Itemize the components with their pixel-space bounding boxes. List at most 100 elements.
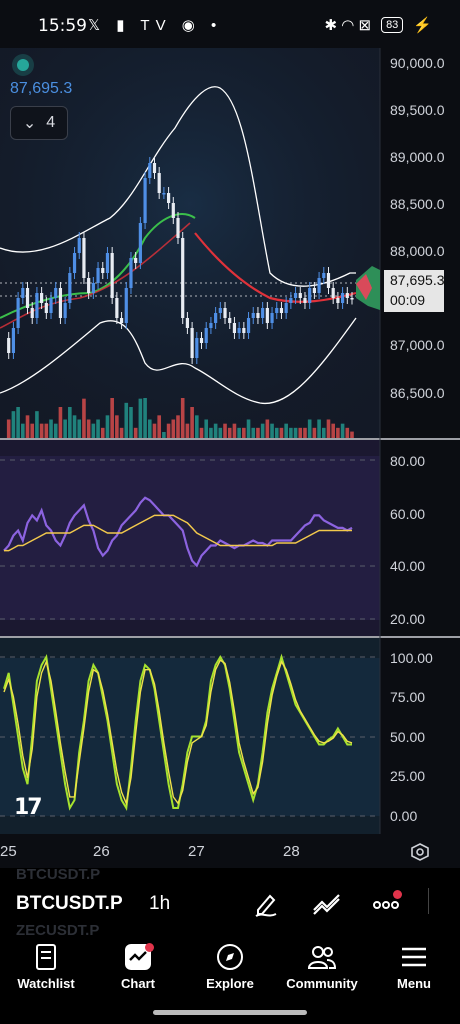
volume-bar — [162, 432, 166, 438]
candle-body — [91, 283, 95, 293]
stoch-axis-label: 50.00 — [390, 729, 425, 745]
volume-bar — [345, 427, 350, 438]
candle-body — [72, 253, 77, 273]
stoch-axis-label: 100.00 — [390, 650, 433, 666]
volume-bar — [96, 419, 100, 438]
nav-menu-label: Menu — [397, 976, 431, 991]
nav-watchlist-label: Watchlist — [17, 976, 75, 991]
candle-body — [190, 328, 194, 358]
status-system-icons: ✱ ◠ ⊠ 83 ⚡ — [324, 16, 432, 34]
candle-body — [119, 318, 124, 323]
candle-body — [209, 323, 213, 328]
axis-label: 88,500.0 — [390, 196, 445, 212]
candle-body — [275, 308, 279, 313]
candle-body — [7, 338, 11, 353]
volume-bar — [16, 407, 20, 438]
volume-bar — [25, 415, 30, 438]
volume-bar — [44, 423, 49, 438]
volume-bar — [256, 427, 260, 438]
candle-body — [124, 288, 128, 323]
volume-bar — [11, 411, 16, 438]
volume-bar — [147, 419, 152, 438]
volume-bar — [312, 427, 317, 438]
volume-bar — [138, 398, 143, 438]
candle-body — [181, 238, 185, 318]
candle-body — [345, 293, 349, 298]
volume-bar — [317, 419, 321, 438]
nav-explore[interactable]: Explore — [184, 942, 276, 991]
volume-bar — [279, 427, 284, 438]
symbol-prev[interactable]: BTCUSDT.P — [16, 866, 100, 883]
volume-bar — [298, 427, 303, 438]
bar-countdown: 00:09 — [390, 292, 426, 308]
volume-bar — [242, 427, 246, 438]
candle-body — [246, 318, 251, 333]
volume-bar — [307, 419, 312, 438]
candle-body — [270, 313, 274, 323]
candle-body — [228, 318, 232, 323]
candle-body — [308, 288, 312, 303]
volume-bar — [213, 423, 218, 438]
nav-community[interactable]: Community — [276, 942, 368, 991]
candle-body — [101, 268, 105, 273]
nav-menu[interactable]: Menu — [368, 942, 460, 991]
last-price-label: 87,695.3 — [10, 80, 73, 97]
chart-area[interactable]: 90,000.0 89,500.0 89,000.0 88,500.0 88,0… — [0, 48, 460, 868]
axis-label: 89,500.0 — [390, 102, 445, 118]
volume-bar — [39, 423, 44, 438]
volume-bar — [185, 423, 190, 438]
volume-bar — [227, 427, 232, 438]
chart-badge — [145, 943, 154, 952]
axis-label: 86,500.0 — [390, 385, 445, 401]
candle-body — [21, 288, 25, 298]
nav-watchlist[interactable]: Watchlist — [0, 942, 92, 991]
volume-bar — [336, 427, 340, 438]
rsi-axis-label: 20.00 — [390, 611, 425, 627]
candle-body — [58, 288, 63, 318]
symbol-name[interactable]: BTCUSDT.P — [16, 893, 123, 915]
volume-bar — [289, 427, 293, 438]
axis-label: 90,000.0 — [390, 55, 445, 71]
volume-bar — [223, 423, 227, 438]
candle-body — [279, 308, 284, 313]
nav-chart-label: Chart — [121, 976, 155, 991]
candle-body — [336, 298, 340, 303]
candle-body — [162, 193, 166, 195]
volume-bar — [115, 415, 119, 438]
volume-bar — [105, 415, 110, 438]
candle-body — [110, 253, 114, 298]
candle-body — [143, 178, 147, 223]
candle-body — [44, 303, 48, 313]
interval-button[interactable]: 1h — [149, 893, 170, 915]
candle-body — [63, 303, 67, 318]
tradingview-logo-icon[interactable]: 17 — [14, 795, 43, 820]
system-icons: ✱ ◠ ⊠ — [324, 17, 372, 34]
volume-bar — [246, 419, 251, 438]
indicators-toggle-button[interactable]: ⌄ 4 — [10, 106, 68, 140]
volume-bar — [180, 398, 185, 438]
volume-bar — [110, 398, 114, 438]
candle-body — [251, 313, 255, 318]
volume-bar — [77, 419, 82, 438]
volume-bar — [204, 419, 209, 438]
volume-bar — [303, 427, 307, 438]
candle-body — [195, 338, 199, 358]
candle-body — [176, 218, 180, 238]
candle-body — [317, 278, 321, 293]
candle-body — [350, 298, 354, 300]
current-price: 87,695.3 — [390, 272, 445, 288]
drawing-pen-icon[interactable] — [252, 888, 282, 918]
nav-explore-label: Explore — [206, 976, 254, 991]
nav-chart[interactable]: Chart — [92, 942, 184, 991]
volume-bar — [100, 427, 105, 438]
candle-body — [49, 298, 53, 313]
home-indicator[interactable] — [153, 1010, 307, 1015]
volume-bar — [265, 419, 270, 438]
axis-label: 89,000.0 — [390, 149, 445, 165]
volume-bar — [199, 427, 204, 438]
symbol-next[interactable]: ZECUSDT.P — [16, 922, 99, 939]
indicators-icon[interactable] — [312, 888, 342, 918]
candle-body — [232, 323, 237, 333]
date-label: 25 — [0, 843, 17, 860]
candle-body — [303, 298, 307, 303]
